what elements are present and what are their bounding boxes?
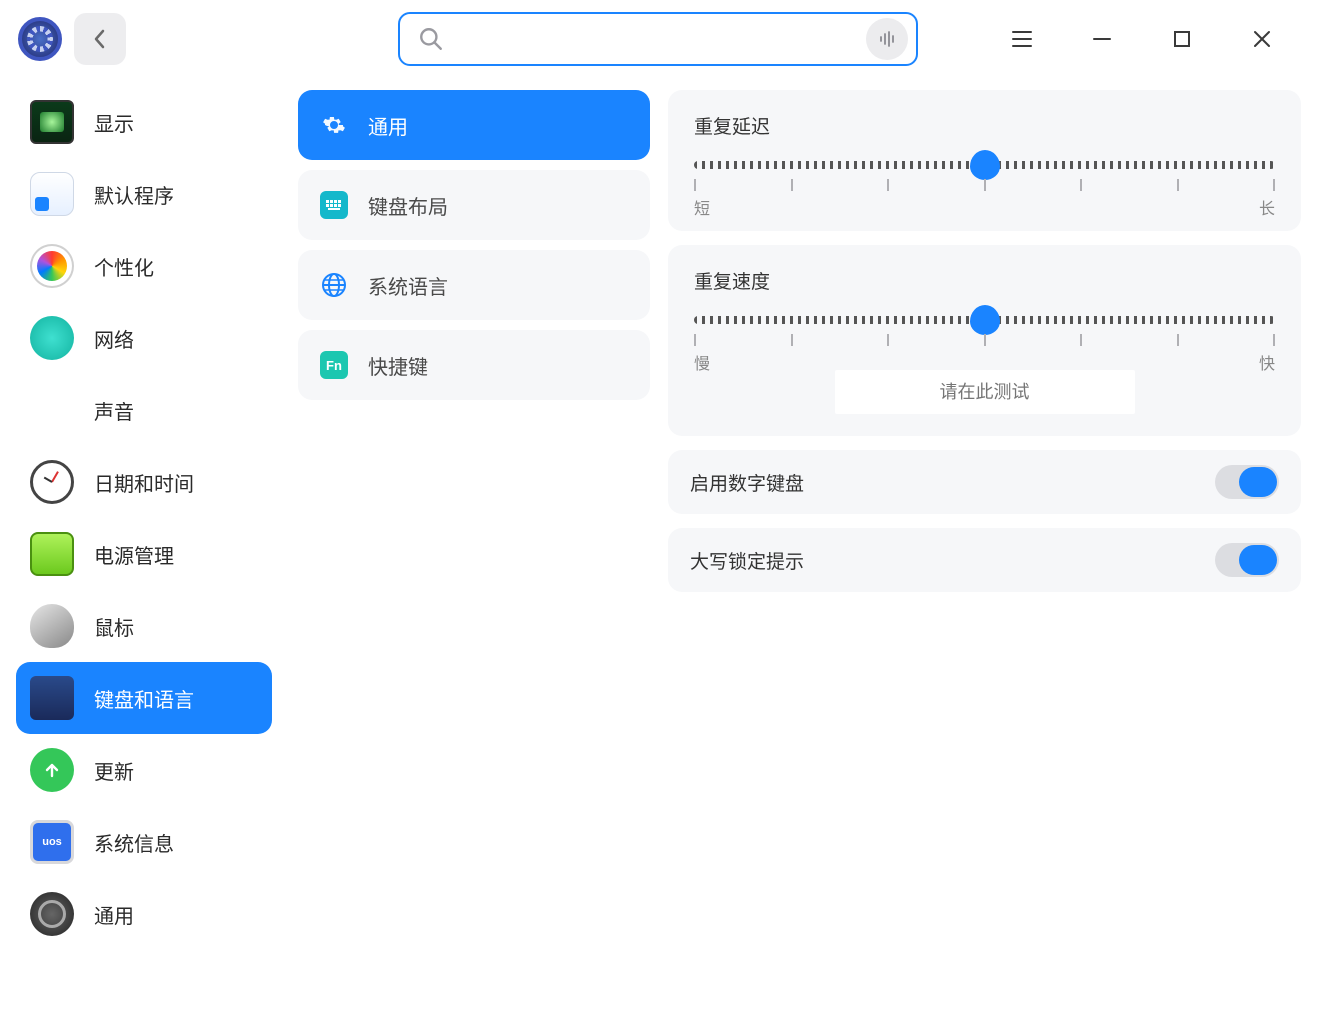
search-container <box>398 12 918 66</box>
slider-labels: 慢 快 <box>694 350 1275 374</box>
sidebar-item-network[interactable]: 网络 <box>16 302 272 374</box>
slider-track <box>694 316 1275 324</box>
slider-max-label: 快 <box>1259 350 1275 374</box>
sidebar-item-label: 电源管理 <box>94 540 174 569</box>
sidebar-item-update[interactable]: 更新 <box>16 734 272 806</box>
repeat-delay-title: 重复延迟 <box>694 112 1275 139</box>
repeat-delay-slider[interactable]: 短 长 <box>694 161 1275 209</box>
datetime-icon <box>30 460 74 504</box>
search-input[interactable] <box>456 29 854 50</box>
close-icon <box>1251 28 1273 50</box>
sidebar-item-default-apps[interactable]: 默认程序 <box>16 158 272 230</box>
slider-labels: 短 长 <box>694 195 1275 219</box>
update-icon <box>30 748 74 792</box>
maximize-icon <box>1172 29 1192 49</box>
tab-label: 系统语言 <box>368 271 448 300</box>
sidebar-item-label: 个性化 <box>94 252 154 281</box>
titlebar <box>0 0 1319 78</box>
slider-thumb[interactable] <box>970 305 1000 335</box>
capslock-hint-label: 大写锁定提示 <box>690 547 804 574</box>
repeat-rate-title: 重复速度 <box>694 267 1275 294</box>
globe-icon <box>320 271 348 299</box>
search-icon <box>418 26 444 52</box>
sidebar-item-label: 网络 <box>94 324 134 353</box>
default-apps-icon <box>30 172 74 216</box>
sidebar-item-label: 默认程序 <box>94 180 174 209</box>
slider-min-label: 慢 <box>694 350 710 374</box>
network-icon <box>30 316 74 360</box>
sidebar-item-label: 通用 <box>94 900 134 929</box>
sidebar: 显示 默认程序 个性化 网络 声音 日期和时间 电源管理 鼠标 <box>0 78 288 1022</box>
minimize-icon <box>1091 28 1113 50</box>
keyboard-language-icon <box>30 676 74 720</box>
gear-icon <box>320 111 348 139</box>
numeric-keypad-row: 启用数字键盘 <box>668 450 1301 514</box>
app-logo <box>18 17 62 61</box>
tab-label: 通用 <box>368 111 408 140</box>
tab-general[interactable]: 通用 <box>298 90 650 160</box>
sidebar-item-sound[interactable]: 声音 <box>16 374 272 446</box>
tab-keyboard-layout[interactable]: 键盘布局 <box>298 170 650 240</box>
sidebar-item-label: 更新 <box>94 756 134 785</box>
repeat-test-input[interactable] <box>835 370 1135 414</box>
voice-search-button[interactable] <box>866 18 908 60</box>
close-button[interactable] <box>1247 24 1277 54</box>
numeric-keypad-label: 启用数字键盘 <box>690 469 804 496</box>
sidebar-item-label: 声音 <box>94 396 134 425</box>
power-icon <box>30 532 74 576</box>
tab-label: 快捷键 <box>368 351 428 380</box>
back-button[interactable] <box>74 13 126 65</box>
keyboard-layout-icon <box>320 191 348 219</box>
slider-max-label: 长 <box>1259 195 1275 219</box>
arrow-up-icon <box>42 760 62 780</box>
capslock-hint-row: 大写锁定提示 <box>668 528 1301 592</box>
maximize-button[interactable] <box>1167 24 1197 54</box>
content-pane: 重复延迟 短 长 重复速度 慢 快 <box>660 78 1319 1022</box>
minimize-button[interactable] <box>1087 24 1117 54</box>
sidebar-item-label: 日期和时间 <box>94 468 194 497</box>
sub-nav: 通用 键盘布局 系统语言 Fn 快捷键 <box>288 78 660 1022</box>
slider-min-label: 短 <box>694 195 710 219</box>
chevron-left-icon <box>92 27 108 51</box>
menu-button[interactable] <box>1007 24 1037 54</box>
mouse-icon <box>30 604 74 648</box>
repeat-delay-card: 重复延迟 短 长 <box>668 90 1301 231</box>
sidebar-item-label: 系统信息 <box>94 828 174 857</box>
sidebar-item-system-info[interactable]: uos 系统信息 <box>16 806 272 878</box>
hamburger-icon <box>1011 30 1033 48</box>
display-icon <box>30 100 74 144</box>
sidebar-item-general[interactable]: 通用 <box>16 878 272 950</box>
sidebar-item-label: 键盘和语言 <box>94 684 194 713</box>
search-box[interactable] <box>398 12 918 66</box>
sidebar-item-label: 鼠标 <box>94 612 134 641</box>
repeat-rate-slider[interactable]: 慢 快 <box>694 316 1275 364</box>
tab-shortcuts[interactable]: Fn 快捷键 <box>298 330 650 400</box>
window-controls <box>1007 24 1301 54</box>
tab-label: 键盘布局 <box>368 191 448 220</box>
sidebar-item-label: 显示 <box>94 108 134 137</box>
sidebar-item-keyboard-language[interactable]: 键盘和语言 <box>16 662 272 734</box>
sound-icon <box>30 388 74 432</box>
sidebar-item-display[interactable]: 显示 <box>16 86 272 158</box>
repeat-rate-card: 重复速度 慢 快 <box>668 245 1301 436</box>
tab-system-language[interactable]: 系统语言 <box>298 250 650 320</box>
sidebar-item-power[interactable]: 电源管理 <box>16 518 272 590</box>
capslock-hint-toggle[interactable] <box>1215 543 1279 577</box>
sidebar-item-mouse[interactable]: 鼠标 <box>16 590 272 662</box>
waveform-icon <box>877 29 897 49</box>
system-info-icon: uos <box>30 820 74 864</box>
main-body: 显示 默认程序 个性化 网络 声音 日期和时间 电源管理 鼠标 <box>0 78 1319 1022</box>
slider-thumb[interactable] <box>970 150 1000 180</box>
sidebar-item-datetime[interactable]: 日期和时间 <box>16 446 272 518</box>
personalization-icon <box>30 244 74 288</box>
slider-ticks <box>694 179 1275 191</box>
sidebar-item-personalization[interactable]: 个性化 <box>16 230 272 302</box>
slider-ticks <box>694 334 1275 346</box>
fn-icon: Fn <box>320 351 348 379</box>
numeric-keypad-toggle[interactable] <box>1215 465 1279 499</box>
slider-track <box>694 161 1275 169</box>
general-settings-icon <box>30 892 74 936</box>
